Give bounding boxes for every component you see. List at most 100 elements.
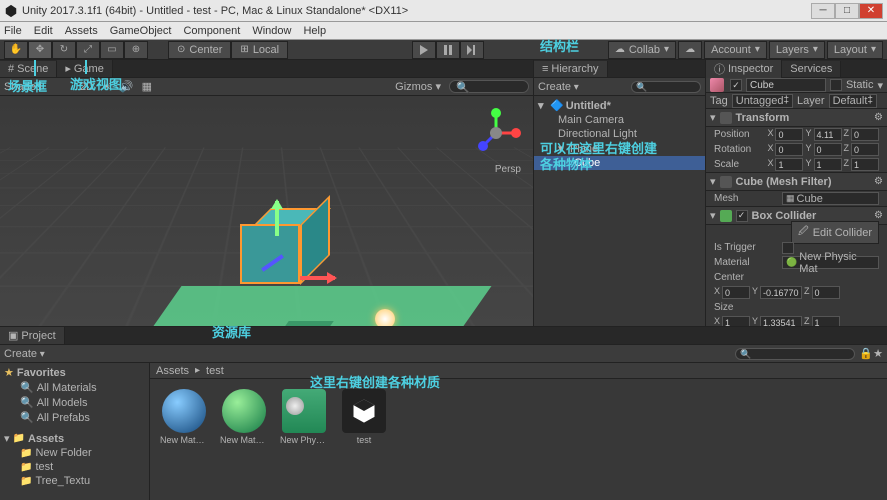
size-z[interactable]: 1 xyxy=(812,316,840,326)
hand-tool[interactable]: ✋ xyxy=(4,41,28,59)
center-x[interactable]: 0 xyxy=(722,286,750,299)
layout-dropdown[interactable]: Layout ▾ xyxy=(827,41,883,59)
scale-y[interactable]: 1 xyxy=(814,158,842,171)
hierarchy-cube[interactable]: Cube xyxy=(534,156,705,170)
folder-test[interactable]: 📁test xyxy=(0,460,149,474)
menu-file[interactable]: File xyxy=(4,25,22,37)
folder-newfolder[interactable]: 📁New Folder xyxy=(0,446,149,460)
step-button[interactable] xyxy=(460,41,484,59)
folder-tree-textu[interactable]: 📁Tree_Textu xyxy=(0,474,149,488)
size-x[interactable]: 1 xyxy=(722,316,750,326)
tag-dropdown[interactable]: Untagged ‡ xyxy=(732,94,793,108)
hierarchy-main-camera[interactable]: Main Camera xyxy=(534,113,705,127)
gameobject-active-checkbox[interactable]: ✓ xyxy=(730,79,742,91)
gizmo-y-axis[interactable] xyxy=(275,201,279,236)
layers-dropdown[interactable]: Layers ▾ xyxy=(769,41,825,59)
tab-game[interactable]: ▸ Game xyxy=(57,60,113,77)
2d-toggle[interactable]: 2D xyxy=(80,81,94,93)
scale-x[interactable]: 1 xyxy=(775,158,803,171)
play-button[interactable] xyxy=(412,41,436,59)
audio-toggle-icon[interactable]: 🔊 xyxy=(120,80,134,93)
menu-window[interactable]: Window xyxy=(252,25,291,37)
shaded-dropdown[interactable]: Shaded xyxy=(4,81,42,93)
project-filter-icon[interactable]: 🔒 xyxy=(859,347,873,360)
collab-dropdown[interactable]: ☁ Collab ▾ xyxy=(608,41,676,59)
tab-hierarchy[interactable]: ≡ Hierarchy xyxy=(534,61,608,77)
pivot-center[interactable]: ⊙ Center xyxy=(168,41,231,59)
tab-scene[interactable]: # Scene xyxy=(0,61,57,77)
transform-tool[interactable]: ⊕ xyxy=(124,41,148,59)
scale-tool[interactable]: ⤢ xyxy=(76,41,100,59)
gear-icon[interactable]: ⚙ xyxy=(874,210,883,221)
project-search[interactable]: 🔍 xyxy=(735,348,855,360)
hierarchy-plane[interactable]: ▾Plane xyxy=(534,141,705,156)
size-y[interactable]: 1.33541 xyxy=(760,316,802,326)
minimize-button[interactable]: ─ xyxy=(811,3,835,19)
menu-edit[interactable]: Edit xyxy=(34,25,53,37)
istrigger-checkbox[interactable] xyxy=(782,242,794,254)
account-dropdown[interactable]: Account ▾ xyxy=(704,41,767,59)
menu-assets[interactable]: Assets xyxy=(65,25,98,37)
tab-project[interactable]: ▣ Project xyxy=(0,327,65,344)
asset-scene-test[interactable]: test xyxy=(340,389,388,445)
fav-prefabs[interactable]: 🔍 All Prefabs xyxy=(0,410,149,425)
project-create[interactable]: Create ▾ xyxy=(4,348,45,360)
asset-physic-material[interactable]: New Physic... xyxy=(280,389,328,445)
tab-services[interactable]: Services xyxy=(782,61,841,77)
pos-z[interactable]: 0 xyxy=(851,128,879,141)
hierarchy-panel: ≡ Hierarchy Create ▾ 🔍 ▾🔷 Untitled* Main… xyxy=(533,60,705,326)
breadcrumb-test[interactable]: test xyxy=(206,365,224,377)
center-z[interactable]: 0 xyxy=(812,286,840,299)
pivot-local[interactable]: ⊞ Local xyxy=(231,41,288,59)
hierarchy-search[interactable]: 🔍 xyxy=(631,81,701,93)
center-y[interactable]: -0.16770 xyxy=(760,286,802,299)
breadcrumb-assets[interactable]: Assets xyxy=(156,365,189,377)
scene-viewport[interactable]: Persp xyxy=(0,96,533,326)
meshfilter-component[interactable]: ▾Cube (Mesh Filter)⚙ xyxy=(706,172,887,191)
close-button[interactable]: ✕ xyxy=(859,3,883,19)
gear-icon[interactable]: ⚙ xyxy=(874,112,883,123)
axis-orientation-gizmo[interactable] xyxy=(471,108,521,158)
gear-icon[interactable]: ⚙ xyxy=(874,176,883,187)
static-checkbox[interactable] xyxy=(830,79,842,91)
rect-tool[interactable]: ▭ xyxy=(100,41,124,59)
cloud-button[interactable]: ☁ xyxy=(678,41,702,59)
favorites-header[interactable]: ★Favorites xyxy=(0,365,149,380)
assets-header[interactable]: ▾ 📁Assets xyxy=(0,431,149,446)
static-label: Static xyxy=(846,79,874,91)
mesh-field[interactable]: ▦ Cube xyxy=(782,192,879,205)
maximize-button[interactable]: □ xyxy=(835,3,859,19)
rot-y[interactable]: 0 xyxy=(814,143,842,156)
directional-light-icon[interactable] xyxy=(375,309,395,326)
asset-material-blue[interactable]: New Materi... xyxy=(160,389,208,445)
menu-help[interactable]: Help xyxy=(303,25,326,37)
gizmo-x-axis[interactable] xyxy=(300,276,335,280)
persp-label[interactable]: Persp xyxy=(495,164,521,175)
hierarchy-scene[interactable]: ▾🔷 Untitled* xyxy=(534,98,705,113)
project-star-icon[interactable]: ★ xyxy=(873,347,883,360)
menu-gameobject[interactable]: GameObject xyxy=(110,25,172,37)
light-toggle-icon[interactable]: ☀ xyxy=(102,80,112,93)
rot-x[interactable]: 0 xyxy=(775,143,803,156)
gizmos-dropdown[interactable]: Gizmos ▾ xyxy=(395,80,441,93)
physmat-field[interactable]: 🟢 New Physic Mat xyxy=(782,256,879,269)
fav-materials[interactable]: 🔍 All Materials xyxy=(0,380,149,395)
pause-button[interactable] xyxy=(436,41,460,59)
scene-search[interactable]: 🔍 xyxy=(449,80,529,93)
rotate-tool[interactable]: ↻ xyxy=(52,41,76,59)
scale-z[interactable]: 1 xyxy=(851,158,879,171)
fav-models[interactable]: 🔍 All Models xyxy=(0,395,149,410)
hierarchy-create[interactable]: Create ▾ xyxy=(538,81,579,93)
fx-toggle-icon[interactable]: ▦ xyxy=(142,80,152,93)
pos-y[interactable]: 4.11 xyxy=(814,128,842,141)
rot-z[interactable]: 0 xyxy=(851,143,879,156)
asset-material-green[interactable]: New Materi... xyxy=(220,389,268,445)
layer-dropdown[interactable]: Default ‡ xyxy=(829,94,877,108)
tab-inspector[interactable]: ⓘ Inspector xyxy=(706,60,782,79)
menu-component[interactable]: Component xyxy=(183,25,240,37)
transform-component[interactable]: ▾Transform⚙ xyxy=(706,108,887,127)
pos-x[interactable]: 0 xyxy=(775,128,803,141)
hierarchy-directional-light[interactable]: Directional Light xyxy=(534,127,705,141)
gameobject-name-field[interactable]: Cube xyxy=(746,78,826,92)
move-tool[interactable]: ✥ xyxy=(28,41,52,59)
